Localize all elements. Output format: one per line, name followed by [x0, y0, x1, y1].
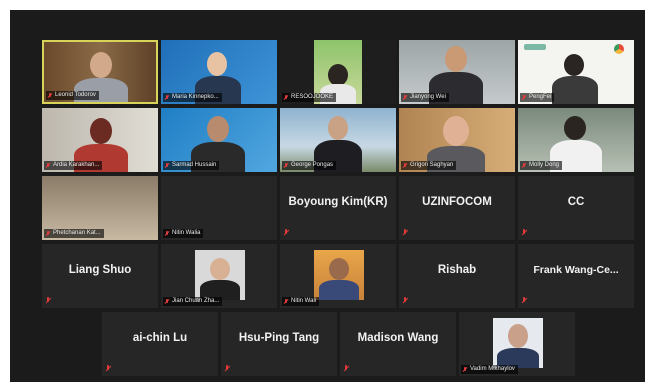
participant-tile[interactable]: Phetchanan Kat...	[42, 176, 158, 240]
participant-tile[interactable]: Boyoung Kim(KR)	[280, 176, 396, 240]
participant-name: Phetchanan Kat...	[44, 229, 104, 238]
muted-mic-icon	[165, 230, 169, 237]
muted-mic-icon	[165, 94, 169, 101]
participant-name: George Pongas	[282, 161, 337, 170]
muted-mic-icon	[403, 94, 407, 101]
participant-tile[interactable]: Hsu-Ping Tang	[221, 312, 337, 376]
participant-tile[interactable]: Madison Wang	[340, 312, 456, 376]
muted-mic-icon	[46, 230, 50, 237]
muted-mic-icon	[522, 229, 527, 236]
muted-mic-icon	[522, 94, 526, 101]
muted-mic-icon	[48, 92, 52, 99]
participant-name: Rishab	[437, 264, 477, 276]
muted-mic-icon	[344, 365, 349, 372]
participant-name: Liang Shuo	[68, 264, 132, 276]
participant-name: Jian Chuan Zha...	[163, 297, 223, 306]
profile-photo	[493, 318, 543, 368]
participant-tile[interactable]: ai-chin Lu	[102, 312, 218, 376]
participant-name: Frank Wang-Ce...	[533, 264, 619, 276]
profile-photo	[195, 250, 245, 300]
profile-photo	[314, 250, 364, 300]
muted-mic-icon	[403, 162, 407, 169]
participant-name: Leonid Todorov	[46, 91, 99, 100]
muted-mic-icon	[46, 162, 50, 169]
muted-mic-icon	[522, 162, 526, 169]
muted-mic-icon	[403, 297, 408, 304]
participant-name: Jianyong Wei	[401, 93, 449, 102]
participant-tile[interactable]: Ardia Karakhan...	[42, 108, 158, 172]
participant-name: Ardia Karakhan...	[44, 161, 103, 170]
participant-tile[interactable]: Liang Shuo	[42, 244, 158, 308]
participant-name: Sarmad Hussain	[163, 161, 220, 170]
participant-name: Vadim Mikhaylov	[461, 365, 518, 374]
muted-mic-icon	[284, 94, 288, 101]
participant-name: Maria Kinnepko...	[163, 93, 222, 102]
participant-tile[interactable]: Nitin Walia	[161, 176, 277, 240]
muted-mic-icon	[165, 162, 169, 169]
participant-name: Nitin Wali	[282, 297, 320, 306]
participant-tile[interactable]: Nitin Wali	[280, 244, 396, 308]
participant-tile[interactable]: Maria Kinnepko...	[161, 40, 277, 104]
participant-tile[interactable]: CC	[518, 176, 634, 240]
muted-mic-icon	[165, 298, 169, 305]
participant-name: ai-chin Lu	[132, 332, 188, 344]
participant-name: Molly Dong	[520, 161, 563, 170]
participant-tile[interactable]: Jian Chuan Zha...	[161, 244, 277, 308]
muted-mic-icon	[225, 365, 230, 372]
video-gallery: Leonid Todorov Maria Kinnepko... RESOOJO…	[10, 10, 645, 382]
muted-mic-icon	[284, 162, 288, 169]
participant-tile[interactable]: Vadim Mikhaylov	[459, 312, 575, 376]
participant-tile[interactable]: Grigori Saghyan	[399, 108, 515, 172]
muted-mic-icon	[106, 365, 111, 372]
participant-tile[interactable]: Rishab	[399, 244, 515, 308]
participant-name: Hsu-Ping Tang	[238, 332, 320, 344]
muted-mic-icon	[463, 366, 467, 373]
participant-tile[interactable]: Frank Wang-Ce...	[518, 244, 634, 308]
participant-tile[interactable]: Jianyong Wei	[399, 40, 515, 104]
participant-tile[interactable]: George Pongas	[280, 108, 396, 172]
muted-mic-icon	[284, 229, 289, 236]
participant-tile[interactable]: PengFei	[518, 40, 634, 104]
participant-name: PengFei	[520, 93, 555, 102]
participant-name: CC	[567, 196, 585, 208]
participant-name: Nitin Walia	[163, 229, 204, 238]
participant-tile[interactable]: Leonid Todorov	[42, 40, 158, 104]
muted-mic-icon	[46, 297, 51, 304]
muted-mic-icon	[284, 298, 288, 305]
participant-name: UZINFOCOM	[422, 196, 492, 208]
muted-mic-icon	[522, 297, 527, 304]
participant-tile[interactable]: RESOOJOOKE	[280, 40, 396, 104]
participant-name: Madison Wang	[357, 332, 439, 344]
participant-name: RESOOJOOKE	[282, 93, 337, 102]
muted-mic-icon	[403, 229, 408, 236]
participant-tile[interactable]: Sarmad Hussain	[161, 108, 277, 172]
participant-tile[interactable]: UZINFOCOM	[399, 176, 515, 240]
participant-tile[interactable]: Molly Dong	[518, 108, 634, 172]
participant-name: Grigori Saghyan	[401, 161, 457, 170]
participant-name: Boyoung Kim(KR)	[288, 196, 388, 208]
